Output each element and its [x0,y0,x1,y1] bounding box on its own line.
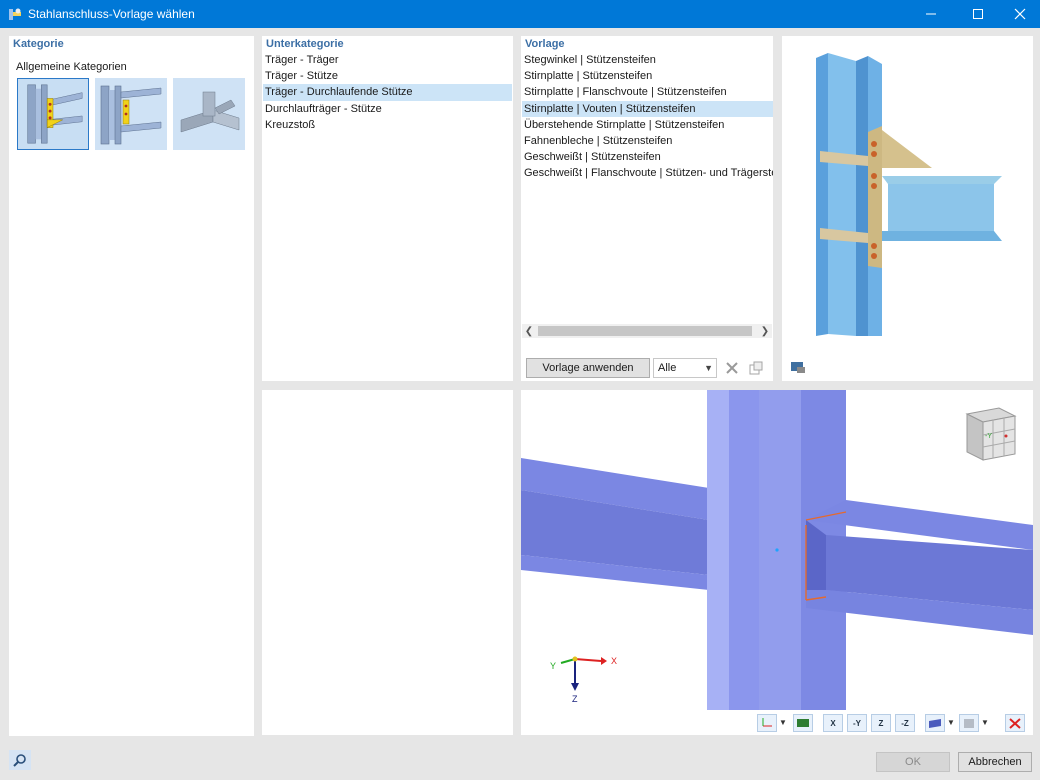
unterkategorie-panel: Unterkategorie Träger - Träger Träger - … [262,36,513,381]
joint-preview-image [816,53,1002,336]
axis-triad-icon: X Y Z [550,656,617,704]
delete-icon [726,362,738,374]
filter-select[interactable]: Alle ▼ [653,358,717,378]
chevron-down-icon[interactable]: ▼ [779,718,787,727]
list-item[interactable]: Stegwinkel | Stützensteifen [522,52,773,68]
chevron-down-icon[interactable]: ▼ [981,718,989,727]
window-title: Stahlanschluss-Vorlage wählen [28,7,195,21]
preview-panel [782,36,1033,381]
close-button[interactable] [997,0,1040,28]
view-minus-z-icon[interactable]: -Z [895,714,915,732]
kategorie-header: Kategorie [13,38,64,50]
axis-y-label: Y [550,661,556,671]
vorlage-header: Vorlage [525,38,565,50]
list-item[interactable]: Geschweißt | Flanschvoute | Stützen- und… [522,165,773,181]
axis-system-icon[interactable] [757,714,777,732]
apply-template-button[interactable]: Vorlage anwenden [526,358,650,378]
list-item[interactable]: Geschweißt | Stützensteifen [522,149,773,165]
render-settings-icon [791,362,805,373]
chevron-down-icon: ▼ [704,363,713,373]
cancel-button[interactable]: Abbrechen [958,752,1032,772]
category-beam-beam[interactable] [95,78,167,150]
view-z-label: Z [878,718,884,728]
scroll-right-icon[interactable]: ❯ [758,324,772,338]
maximize-icon [973,9,983,19]
filter-select-value: Alle [658,362,677,374]
maximize-button[interactable] [955,0,1001,28]
axis-z-label: Z [572,694,578,704]
reset-view-icon[interactable] [1005,714,1025,732]
scroll-left-icon[interactable]: ❮ [522,324,536,338]
minimize-button[interactable] [908,0,954,28]
view-z-icon[interactable]: Z [871,714,891,732]
list-item[interactable]: Träger - Durchlaufende Stütze [263,84,512,101]
category-tube-node[interactable] [173,78,245,150]
ok-button[interactable]: OK [876,752,950,772]
help-button[interactable] [9,750,31,770]
list-item[interactable]: Stirnplatte | Flanschvoute | Stützenstei… [522,84,773,100]
display-mode-icon[interactable] [925,714,945,732]
list-item[interactable]: Kreuzstoß [263,117,512,133]
title-bar: Stahlanschluss-Vorlage wählen [0,0,1040,28]
list-item[interactable]: Träger - Träger [263,52,512,68]
view-toolbar: ▼ X -Y Z -Z ▼ ▼ [757,714,1033,732]
search-help-icon [13,754,26,767]
kategorie-panel: Kategorie Allgemeine Kategorien [9,36,254,736]
copy-template-button[interactable] [745,359,767,377]
scroll-thumb[interactable] [538,326,752,336]
view-cube-label: -Y [985,433,992,440]
delete-template-button[interactable] [721,359,743,377]
list-item[interactable]: Stirnplatte | Stützensteifen [522,68,773,84]
render-mode-icon[interactable] [959,714,979,732]
preview-settings-button[interactable] [787,358,809,376]
list-item[interactable]: Träger - Stütze [263,68,512,84]
beam-beam-joint-icon [100,85,162,145]
view-minus-y-icon[interactable]: -Y [847,714,867,732]
category-group-label: Allgemeine Kategorien [16,61,127,73]
beam-column-joint-icon [27,84,83,144]
unterkategorie-list: Träger - Träger Träger - Stütze Träger -… [263,52,512,133]
axis-x-label: X [611,656,617,666]
view-cube-icon[interactable]: -Y [959,404,1021,462]
unterkategorie-header: Unterkategorie [266,38,344,50]
close-icon [1014,8,1026,20]
view-minus-y-label: -Y [853,718,861,728]
3d-view-panel[interactable]: -Y X Y Z ▼ X -Y Z -Z ▼ ▼ [521,390,1033,735]
minimize-icon [926,13,936,15]
list-item[interactable]: Fahnenbleche | Stützensteifen [522,133,773,149]
category-beam-column[interactable] [17,78,89,150]
vorlage-hscrollbar[interactable]: ❮ ❯ [522,324,772,338]
tube-node-icon [180,91,240,133]
view-x-icon[interactable]: X [823,714,843,732]
view-minus-z-label: -Z [901,718,909,728]
list-item[interactable]: Durchlaufträger - Stütze [263,101,512,117]
copy-icon [749,361,763,375]
details-panel [262,390,513,735]
vorlage-panel: Vorlage Stegwinkel | Stützensteifen Stir… [521,36,773,381]
vorlage-list: Stegwinkel | Stützensteifen Stirnplatte … [522,52,773,182]
chevron-down-icon[interactable]: ▼ [947,718,955,727]
list-item[interactable]: Stirnplatte | Vouten | Stützensteifen [522,100,773,117]
view-settings-icon[interactable] [793,714,813,732]
list-item[interactable]: Überstehende Stirnplatte | Stützensteife… [522,117,773,133]
steel-joint-app-icon [9,8,21,20]
view-x-label: X [830,718,836,728]
